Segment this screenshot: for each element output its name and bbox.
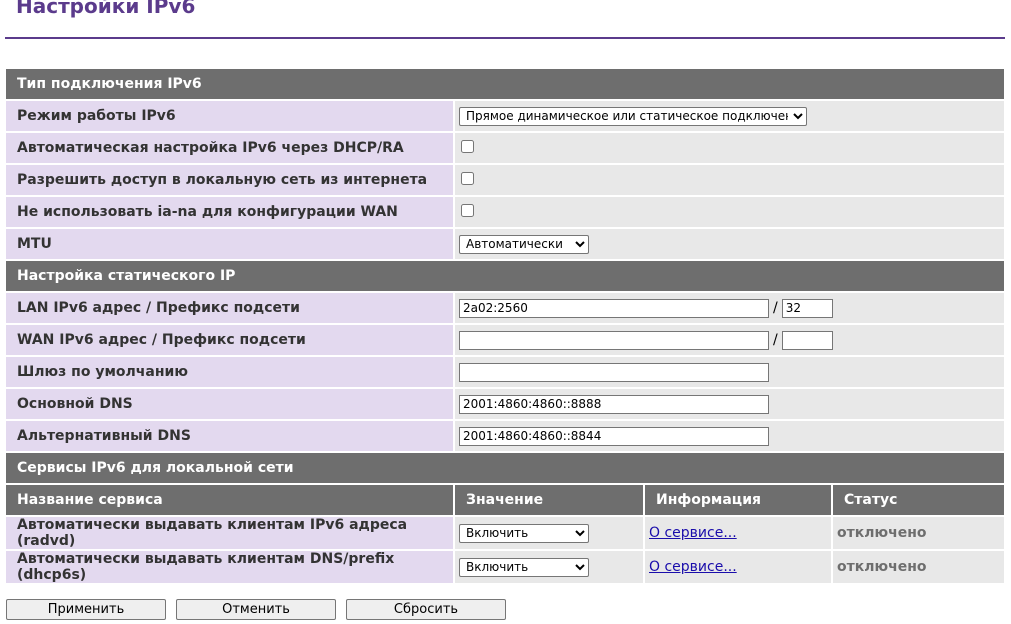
gateway-label: Шлюз по умолчанию: [6, 357, 455, 387]
ipv6-mode-select[interactable]: Прямое динамическое или статическое подк…: [459, 106, 807, 126]
column-header-service-name: Название сервиса: [6, 485, 455, 515]
service-radvd-info-link[interactable]: О сервисе...: [649, 525, 737, 541]
ipv6-mode-label: Режим работы IPv6: [6, 101, 455, 131]
row-allow-access: Разрешить доступ в локальную сеть из инт…: [6, 165, 1005, 195]
row-mtu: MTU Автоматически: [6, 229, 1005, 259]
wan-address-input[interactable]: [459, 330, 769, 350]
row-lan-address: LAN IPv6 адрес / Префикс подсети /: [6, 293, 1005, 323]
service-row-dhcp6s: Автоматически выдавать клиентам DNS/pref…: [6, 551, 1005, 583]
wan-prefix-input[interactable]: [781, 330, 833, 350]
column-header-value: Значение: [455, 485, 645, 515]
lan-address-label: LAN IPv6 адрес / Префикс подсети: [6, 293, 455, 323]
ipv6-settings-table: Тип подключения IPv6 Режим работы IPv6 П…: [6, 67, 1005, 585]
no-iana-label: Не использовать ia-na для конфигурации W…: [6, 197, 455, 227]
auto-config-label: Автоматическая настройка IPv6 через DHCP…: [6, 133, 455, 163]
mtu-label: MTU: [6, 229, 455, 259]
section-header-connection-type: Тип подключения IPv6: [6, 69, 1005, 99]
row-no-iana: Не использовать ia-na для конфигурации W…: [6, 197, 1005, 227]
lan-prefix-separator: /: [773, 300, 778, 316]
lan-address-input[interactable]: [459, 298, 769, 318]
gateway-input[interactable]: [459, 362, 769, 382]
row-wan-address: WAN IPv6 адрес / Префикс подсети /: [6, 325, 1005, 355]
services-column-headers: Название сервиса Значение Информация Ста…: [6, 485, 1005, 515]
service-dhcp6s-select[interactable]: Включить: [459, 557, 589, 577]
title-divider: [5, 37, 1005, 39]
cancel-button[interactable]: Отменить: [176, 599, 336, 620]
allow-access-checkbox[interactable]: [461, 171, 474, 185]
row-auto-config: Автоматическая настройка IPv6 через DHCP…: [6, 133, 1005, 163]
apply-button[interactable]: Применить: [6, 599, 166, 620]
column-header-status: Статус: [833, 485, 1005, 515]
service-row-radvd: Автоматически выдавать клиентам IPv6 адр…: [6, 517, 1005, 549]
row-primary-dns: Основной DNS: [6, 389, 1005, 419]
lan-prefix-input[interactable]: [781, 298, 833, 318]
section-header-services: Сервисы IPv6 для локальной сети: [6, 453, 1005, 483]
alternate-dns-label: Альтернативный DNS: [6, 421, 455, 451]
alternate-dns-input[interactable]: [459, 426, 769, 446]
service-radvd-select[interactable]: Включить: [459, 523, 589, 543]
service-radvd-status: отключено: [837, 525, 927, 541]
wan-prefix-separator: /: [773, 332, 778, 348]
page-title: Настройки IPv6: [16, 0, 196, 18]
primary-dns-label: Основной DNS: [6, 389, 455, 419]
service-dhcp6s-status: отключено: [837, 559, 927, 575]
section-header-static-ip: Настройка статического IP: [6, 261, 1005, 291]
no-iana-checkbox[interactable]: [461, 203, 474, 217]
auto-config-checkbox[interactable]: [461, 139, 474, 153]
allow-access-label: Разрешить доступ в локальную сеть из инт…: [6, 165, 455, 195]
primary-dns-input[interactable]: [459, 394, 769, 414]
reset-button[interactable]: Сбросить: [346, 599, 506, 620]
row-ipv6-mode: Режим работы IPv6 Прямое динамическое ил…: [6, 101, 1005, 131]
row-gateway: Шлюз по умолчанию: [6, 357, 1005, 387]
service-dhcp6s-info-link[interactable]: О сервисе...: [649, 559, 737, 575]
mtu-select[interactable]: Автоматически: [459, 234, 589, 254]
column-header-info: Информация: [645, 485, 833, 515]
row-alternate-dns: Альтернативный DNS: [6, 421, 1005, 451]
service-name: Автоматически выдавать клиентам IPv6 адр…: [6, 517, 455, 549]
wan-address-label: WAN IPv6 адрес / Префикс подсети: [6, 325, 455, 355]
action-buttons: Применить Отменить Сбросить: [6, 598, 516, 620]
service-name: Автоматически выдавать клиентам DNS/pref…: [6, 551, 455, 583]
